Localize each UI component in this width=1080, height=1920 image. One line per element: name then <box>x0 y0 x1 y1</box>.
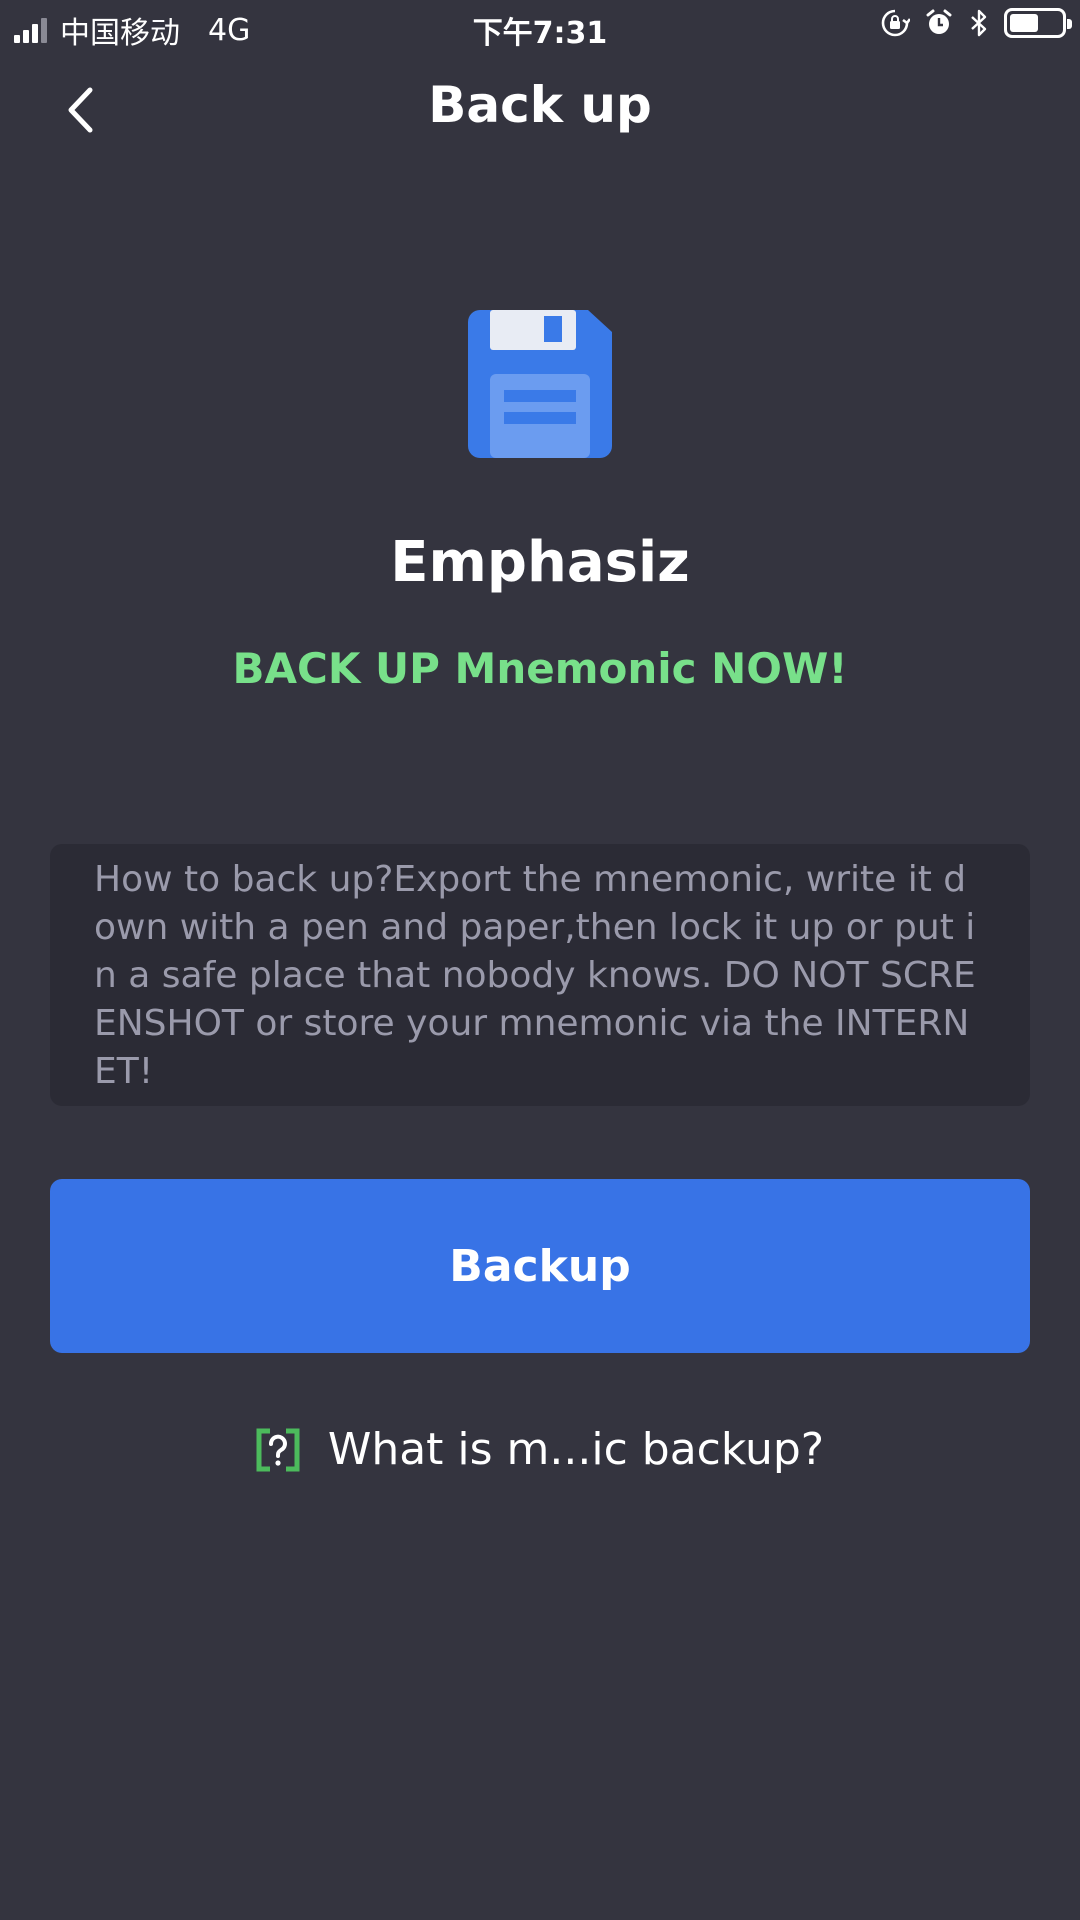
screen: 中国移动 4G 下午7:31 Back up Emphasiz BACK UP … <box>0 0 1080 1920</box>
backup-button[interactable]: Backup <box>50 1179 1030 1353</box>
battery-fill <box>1010 14 1038 32</box>
question-mark-icon <box>256 1428 300 1471</box>
alarm-icon <box>926 9 952 34</box>
help-link[interactable]: What is m...ic backup? <box>0 1424 1080 1475</box>
backup-warning: BACK UP Mnemonic NOW! <box>232 644 848 693</box>
help-link-label: What is m...ic backup? <box>327 1424 825 1475</box>
wallet-name: Emphasiz <box>390 530 690 595</box>
backup-instructions: How to back up?Export the mnemonic, writ… <box>50 844 1030 1106</box>
page-title: Back up <box>428 76 652 134</box>
status-right <box>866 8 1072 38</box>
bluetooth-icon <box>971 9 987 37</box>
orientation-lock-icon <box>881 9 910 37</box>
status-bar: 中国移动 4G 下午7:31 <box>0 0 1080 54</box>
floppy-disk-icon <box>468 310 612 458</box>
battery-icon <box>1004 8 1072 38</box>
